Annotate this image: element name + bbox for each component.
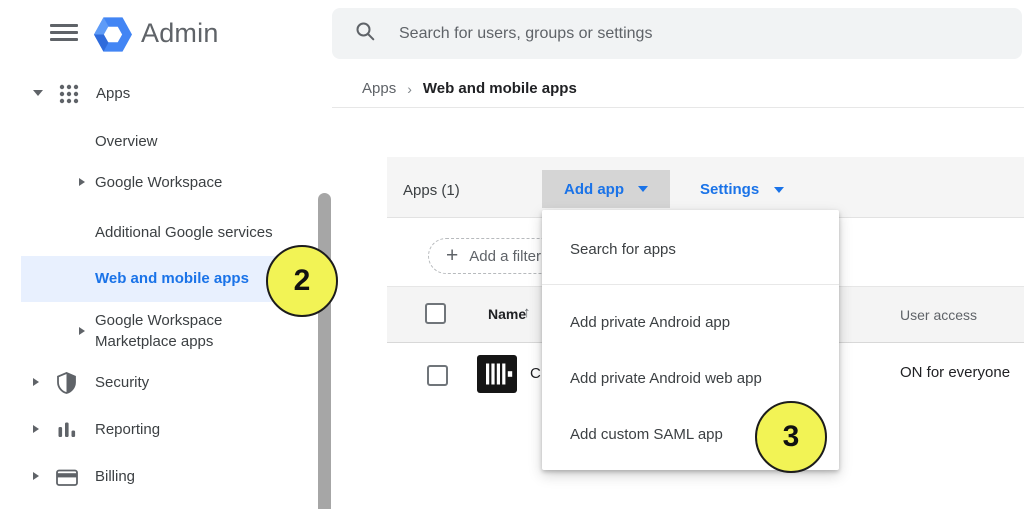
dropdown-caret-icon <box>774 187 784 193</box>
row-checkbox[interactable] <box>427 365 448 386</box>
sidebar-scrollbar[interactable] <box>318 193 331 509</box>
add-filter-chip[interactable]: + Add a filter <box>428 238 559 274</box>
add-app-label: Add app <box>564 181 624 198</box>
apps-grid-icon <box>58 83 80 110</box>
chevron-right-icon <box>33 425 39 433</box>
chevron-right-icon <box>79 327 85 335</box>
sidebar-label-security: Security <box>95 374 149 392</box>
plus-icon: + <box>446 245 458 266</box>
shield-icon <box>56 372 77 399</box>
sidebar-item-additional-google-services[interactable]: Additional Google services <box>95 224 273 242</box>
column-header-user-access: User access <box>900 307 977 323</box>
menu-item-search-for-apps[interactable]: Search for apps <box>570 241 676 258</box>
app-row-name[interactable]: C <box>530 365 541 382</box>
app-row-user-access: ON for everyone <box>900 364 1010 381</box>
bar-chart-icon <box>57 421 77 444</box>
menu-divider <box>542 284 839 285</box>
sort-ascending-icon: ↑ <box>523 304 531 321</box>
breadcrumb: Apps › Web and mobile apps <box>362 80 577 97</box>
breadcrumb-separator: › <box>407 81 412 97</box>
sidebar-label-billing: Billing <box>95 468 135 486</box>
menu-item-add-custom-saml-app[interactable]: Add custom SAML app <box>570 426 723 443</box>
callout-step-3: 3 <box>755 401 827 473</box>
chevron-right-icon <box>79 178 85 186</box>
menu-item-add-private-android-app[interactable]: Add private Android app <box>570 314 730 331</box>
sidebar-item-overview[interactable]: Overview <box>95 133 158 151</box>
caret-down-icon <box>33 90 43 96</box>
search-placeholder: Search for users, groups or settings <box>399 25 652 43</box>
chevron-right-icon <box>33 378 39 386</box>
settings-button[interactable]: Settings <box>700 181 784 198</box>
select-all-checkbox[interactable] <box>425 303 446 324</box>
breadcrumb-apps-link[interactable]: Apps <box>362 80 396 97</box>
add-app-button[interactable]: Add app <box>542 170 670 208</box>
credit-card-icon <box>56 469 78 492</box>
search-input[interactable]: Search for users, groups or settings <box>332 8 1022 59</box>
hamburger-menu-icon[interactable] <box>50 24 78 45</box>
search-icon <box>355 21 375 46</box>
apps-count-title: Apps (1) <box>403 182 460 199</box>
callout-step-2: 2 <box>266 245 338 317</box>
column-header-name[interactable]: Name <box>488 306 526 322</box>
sidebar-label-marketplace-apps: Google Workspace Marketplace apps <box>95 310 273 352</box>
sidebar-label-reporting: Reporting <box>95 421 160 439</box>
breadcrumb-current: Web and mobile apps <box>423 80 577 97</box>
admin-logo-icon <box>94 16 132 53</box>
sidebar-label-apps: Apps <box>96 85 130 103</box>
add-filter-label: Add a filter <box>469 248 541 265</box>
sidebar-label-google-workspace: Google Workspace <box>95 174 222 192</box>
breadcrumb-divider <box>332 107 1024 108</box>
app-title: Admin <box>141 18 219 49</box>
settings-label: Settings <box>700 181 759 198</box>
app-logo-icon <box>477 355 517 393</box>
sidebar-label-web-and-mobile-apps: Web and mobile apps <box>95 270 249 287</box>
dropdown-caret-icon <box>638 186 648 192</box>
admin-console: Admin Search for users, groups or settin… <box>0 0 1024 509</box>
menu-item-add-private-android-web-app[interactable]: Add private Android web app <box>570 370 762 387</box>
chevron-right-icon <box>33 472 39 480</box>
